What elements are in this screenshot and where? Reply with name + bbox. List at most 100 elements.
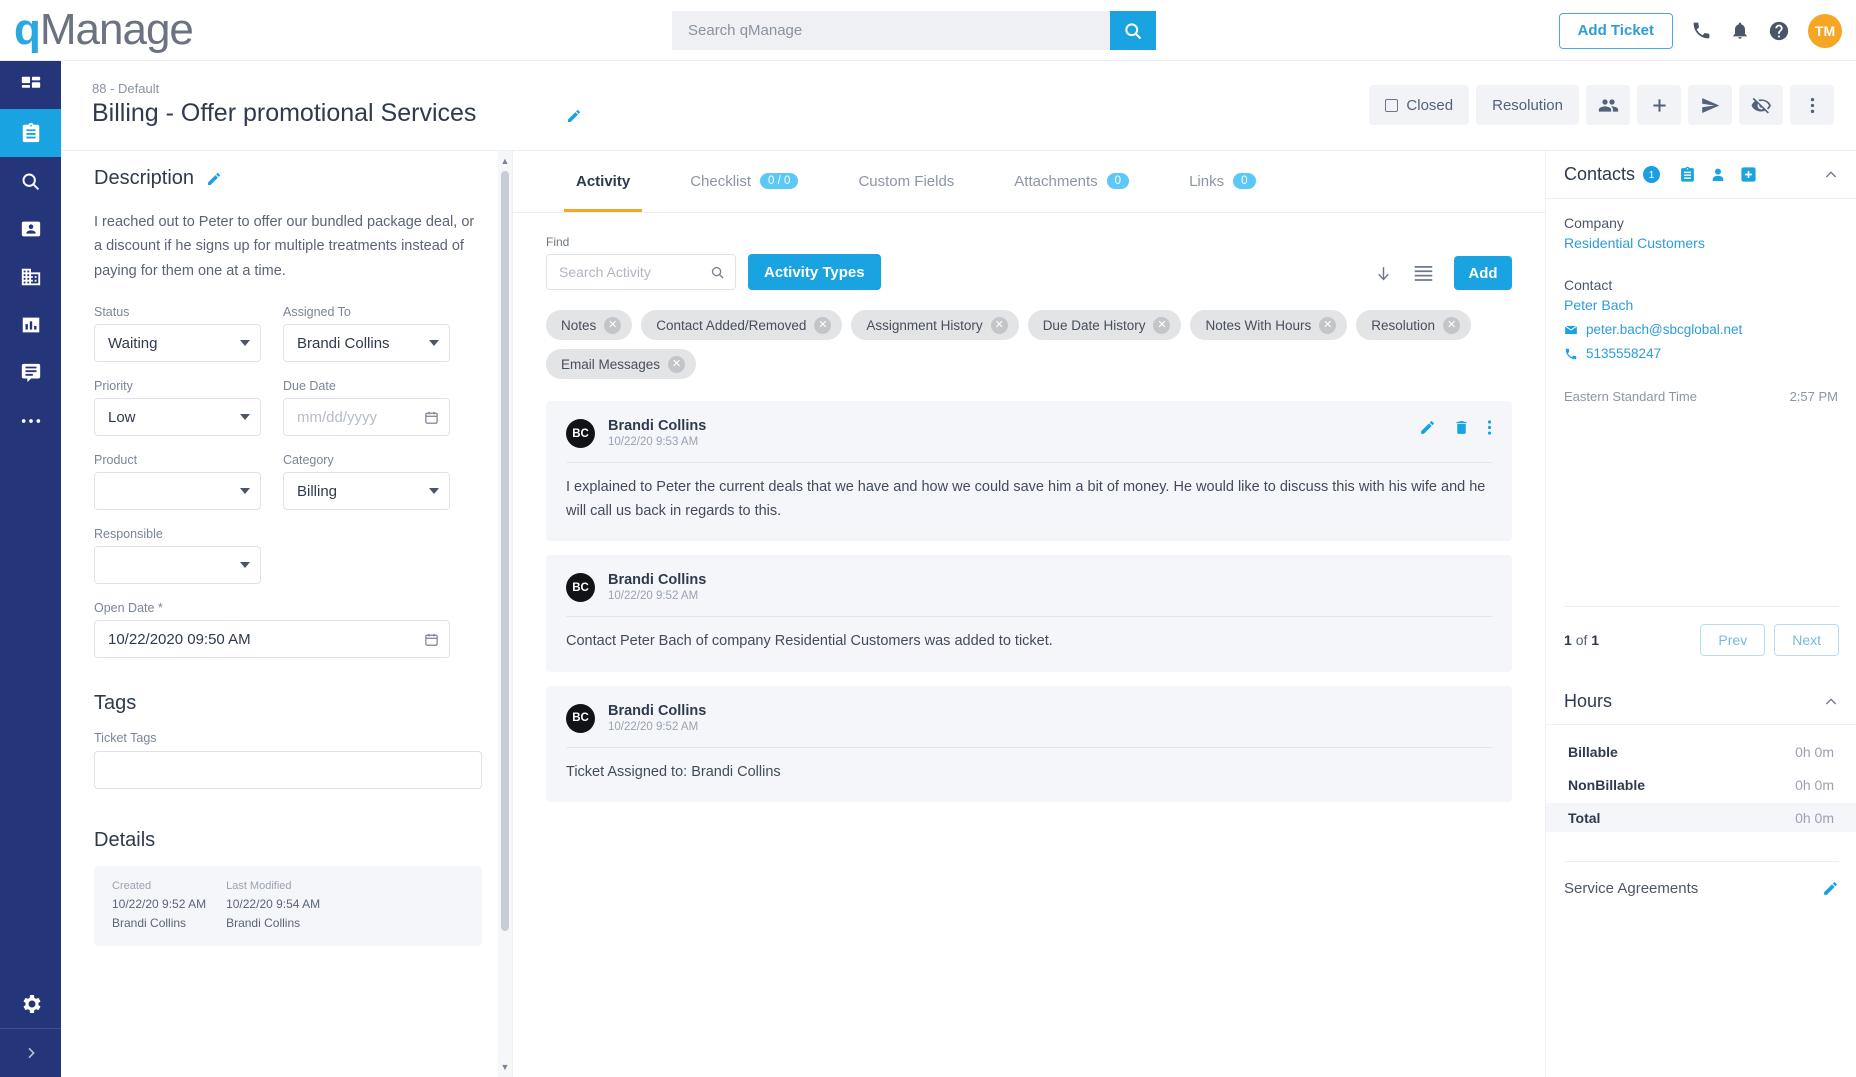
sort-button[interactable] xyxy=(1374,263,1393,284)
resolution-button[interactable]: Resolution xyxy=(1476,85,1579,125)
add-ticket-button[interactable]: Add Ticket xyxy=(1558,12,1673,49)
pencil-icon xyxy=(208,172,221,185)
clipboard-icon xyxy=(22,122,39,143)
next-button[interactable]: Next xyxy=(1774,624,1839,656)
field-category-label: Category xyxy=(283,453,334,468)
field-category: Category Billing xyxy=(283,453,450,511)
tags-section-title: Tags xyxy=(94,692,137,715)
sidebar-item-companies[interactable] xyxy=(0,253,61,301)
company-link[interactable]: Residential Customers xyxy=(1564,235,1838,251)
tab-checklist[interactable]: Checklist 0 / 0 xyxy=(660,150,828,212)
close-icon[interactable]: ✕ xyxy=(814,316,832,334)
help-button[interactable] xyxy=(1768,20,1790,42)
chip-email-messages[interactable]: Email Messages ✕ xyxy=(546,349,697,379)
calendar-icon[interactable] xyxy=(424,410,439,425)
field-due-date: Due Date mm/dd/yyyy xyxy=(283,379,450,437)
search-activity-box[interactable] xyxy=(546,254,736,290)
left-panel-scrollbar[interactable]: ▲ ▼ xyxy=(498,151,512,1077)
priority-select[interactable]: Low xyxy=(94,398,261,437)
tab-links[interactable]: Links 0 xyxy=(1159,150,1285,212)
category-select[interactable]: Billing xyxy=(283,472,450,511)
close-icon[interactable]: ✕ xyxy=(1319,316,1337,334)
prev-button[interactable]: Prev xyxy=(1700,624,1766,656)
delete-activity-button[interactable] xyxy=(1453,419,1470,436)
activity-more-button[interactable] xyxy=(1487,418,1492,437)
close-icon[interactable]: ✕ xyxy=(990,316,1008,334)
sidebar-item-settings[interactable] xyxy=(0,980,61,1028)
status-select[interactable]: Waiting xyxy=(94,324,261,363)
activity-types-button[interactable]: Activity Types xyxy=(748,254,881,290)
add-activity-button[interactable]: Add xyxy=(1454,256,1512,290)
sidebar-item-more[interactable] xyxy=(0,397,61,445)
chip-notes[interactable]: Notes ✕ xyxy=(546,310,633,340)
close-icon[interactable]: ✕ xyxy=(1153,316,1171,334)
list-view-button[interactable] xyxy=(1413,265,1434,281)
user-avatar[interactable]: TM xyxy=(1808,13,1842,48)
right-sidebar: Contacts 1 Company Residential Customers… xyxy=(1545,151,1856,1077)
search-button[interactable] xyxy=(1110,11,1156,50)
search-icon[interactable] xyxy=(710,265,725,280)
collapse-hours-button[interactable] xyxy=(1823,694,1839,710)
edit-service-agreements-button[interactable] xyxy=(1822,880,1839,897)
sidebar-item-messages[interactable] xyxy=(0,349,61,397)
modified-label: Last Modified xyxy=(226,880,292,893)
chip-notes-with-hours[interactable]: Notes With Hours ✕ xyxy=(1190,310,1348,340)
close-icon[interactable]: ✕ xyxy=(668,355,686,373)
logo-q: q xyxy=(14,5,41,54)
assigned-to-select[interactable]: Brandi Collins xyxy=(283,324,450,363)
add-contact-button[interactable] xyxy=(1740,166,1757,183)
activity-timestamp: 10/22/20 9:52 AM xyxy=(608,720,699,733)
chip-due-date-history[interactable]: Due Date History ✕ xyxy=(1027,310,1182,340)
sidebar-item-tickets[interactable] xyxy=(0,109,61,157)
edit-activity-button[interactable] xyxy=(1419,419,1436,436)
sidebar-item-search[interactable] xyxy=(0,157,61,205)
closed-button[interactable]: Closed xyxy=(1369,85,1470,125)
sidebar-item-dashboard[interactable] xyxy=(0,61,61,109)
search-icon xyxy=(1125,22,1142,39)
top-bar: qManage Add Ticket TM xyxy=(0,0,1856,61)
chip-contact-added-removed[interactable]: Contact Added/Removed ✕ xyxy=(641,310,843,340)
sidebar-expand-button[interactable] xyxy=(0,1029,61,1077)
chip-assignment-history[interactable]: Assignment History ✕ xyxy=(851,310,1019,340)
close-icon[interactable]: ✕ xyxy=(604,316,622,334)
send-button[interactable] xyxy=(1688,85,1732,125)
modified-by: Brandi Collins xyxy=(226,915,301,930)
product-select[interactable] xyxy=(94,472,261,511)
contact-email-link[interactable]: peter.bach@sbcglobal.net xyxy=(1586,322,1742,337)
scroll-up-arrow-icon[interactable]: ▲ xyxy=(498,153,512,169)
contact-person-button[interactable] xyxy=(1709,166,1727,184)
chip-resolution[interactable]: Resolution ✕ xyxy=(1356,310,1472,340)
search-input[interactable] xyxy=(672,11,1110,50)
hide-button[interactable] xyxy=(1739,85,1783,125)
more-actions-button[interactable] xyxy=(1790,85,1834,125)
contact-phone-link[interactable]: 5135558247 xyxy=(1586,346,1661,361)
sidebar-item-reports[interactable] xyxy=(0,301,61,349)
ticket-tags-label: Ticket Tags xyxy=(94,731,157,746)
assign-people-button[interactable] xyxy=(1586,85,1630,125)
edit-title-button[interactable] xyxy=(566,108,582,124)
search-activity-input[interactable] xyxy=(559,264,704,280)
phone-button[interactable] xyxy=(1691,20,1712,41)
scrollbar-thumb[interactable] xyxy=(501,171,509,931)
building-icon xyxy=(21,268,40,286)
edit-description-button[interactable] xyxy=(206,171,222,187)
ticket-tags-input[interactable] xyxy=(94,751,482,790)
calendar-icon[interactable] xyxy=(424,632,439,647)
add-button[interactable] xyxy=(1637,85,1681,125)
tab-custom-fields[interactable]: Custom Fields xyxy=(828,150,984,212)
scroll-down-arrow-icon[interactable]: ▼ xyxy=(498,1059,512,1075)
contact-name-link[interactable]: Peter Bach xyxy=(1564,297,1838,313)
close-icon[interactable]: ✕ xyxy=(1443,316,1461,334)
activity-body: I explained to Peter the current deals t… xyxy=(566,479,1486,519)
responsible-select[interactable] xyxy=(94,546,261,585)
tab-attachments[interactable]: Attachments 0 xyxy=(984,150,1159,212)
open-date-input[interactable]: 10/22/2020 09:50 AM xyxy=(94,620,450,659)
due-date-input[interactable]: mm/dd/yyyy xyxy=(283,398,450,437)
tab-activity[interactable]: Activity xyxy=(546,150,660,212)
app-logo[interactable]: qManage xyxy=(14,5,194,54)
collapse-contacts-button[interactable] xyxy=(1823,167,1839,183)
notifications-button[interactable] xyxy=(1730,20,1750,41)
sidebar-item-contacts[interactable] xyxy=(0,205,61,253)
people-icon xyxy=(1598,98,1618,112)
contact-notes-button[interactable] xyxy=(1679,166,1696,183)
